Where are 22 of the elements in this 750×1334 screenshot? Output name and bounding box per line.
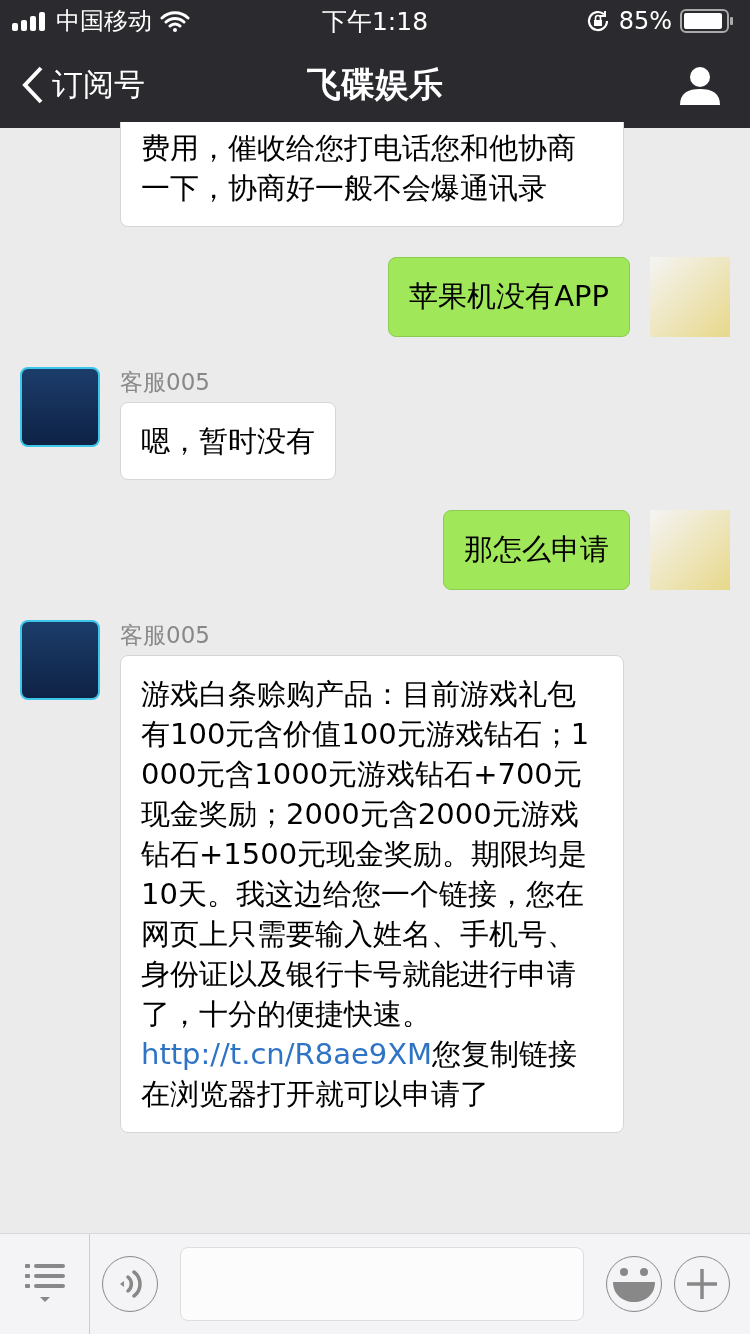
- wifi-icon: [160, 10, 190, 32]
- sender-name: 客服005: [120, 368, 210, 397]
- chevron-left-icon: [22, 66, 44, 104]
- status-time: 下午1:18: [321, 5, 429, 38]
- chat-title: 飞碟娱乐: [307, 63, 443, 106]
- message-input[interactable]: [180, 1247, 584, 1321]
- message-link[interactable]: http://t.cn/R8ae9XM: [141, 1037, 433, 1071]
- message-bubble: 那怎么申请: [443, 510, 630, 590]
- message-bubble: 游戏白条赊购产品：目前游戏礼包有100元含价值100元游戏钻石；1000元含1000元游戏钻石+700元现金奖励；2000元含2000元游戏钻石+1500元现金奖励。期限均是10天。我这边给您一个链接，您在网页上只需要输入姓名、手机号、身份证以及银行卡号就能进行申请了，十分的便捷快速。 http://t.cn/R8ae9XM您复制链接在浏览器打开就可以申请了: [120, 655, 624, 1133]
- plus-icon: [687, 1269, 717, 1299]
- battery-icon: [680, 9, 734, 33]
- signal-icon: [12, 11, 48, 31]
- message-bubble: 费用，催收给您打电话您和他协商一下，协商好一般不会爆通讯录: [120, 122, 624, 227]
- avatar-picture[interactable]: [20, 620, 100, 700]
- message-bubble: 苹果机没有APP: [388, 257, 630, 337]
- message-bubble: 嗯，暂时没有: [120, 402, 336, 480]
- battery-percent: 85%: [618, 7, 672, 35]
- carrier-name: 中国移动: [56, 6, 152, 37]
- avatar-picture[interactable]: [20, 367, 100, 447]
- back-button[interactable]: 订阅号: [22, 64, 145, 106]
- sender-name: 客服005: [120, 621, 210, 650]
- profile-icon[interactable]: [680, 65, 720, 105]
